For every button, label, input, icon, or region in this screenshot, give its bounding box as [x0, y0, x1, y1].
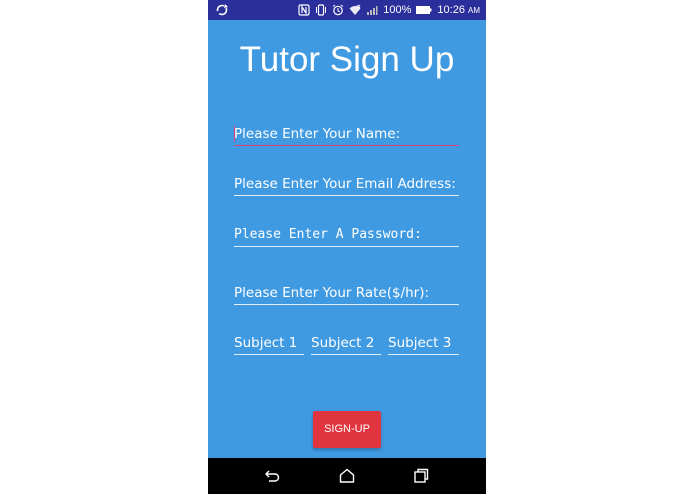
home-icon[interactable]	[337, 466, 357, 486]
recents-icon[interactable]	[411, 466, 431, 486]
rate-placeholder: Please Enter Your Rate($/hr):	[234, 285, 430, 301]
text-cursor	[234, 126, 235, 142]
wifi-icon	[349, 4, 361, 15]
signal-icon	[367, 6, 378, 15]
vibrate-icon	[316, 4, 327, 16]
rate-input[interactable]: Please Enter Your Rate($/hr):	[234, 284, 459, 305]
clock-ampm: AM	[468, 5, 480, 15]
subject-2-input[interactable]: Subject 2	[311, 334, 381, 355]
navigation-bar	[208, 458, 486, 494]
clock: 10:26 AM	[437, 0, 480, 21]
email-input[interactable]: Please Enter Your Email Address:	[234, 175, 459, 196]
subject-3-placeholder: Subject 3	[388, 335, 452, 351]
password-input[interactable]: Please Enter A Password:	[234, 226, 459, 247]
subject-1-placeholder: Subject 1	[234, 335, 298, 351]
battery-icon	[416, 6, 432, 14]
page-title: Tutor Sign Up	[239, 40, 455, 79]
subject-2-placeholder: Subject 2	[311, 335, 375, 351]
battery-percent: 100%	[383, 4, 412, 16]
nfc-icon	[298, 4, 310, 16]
password-placeholder: Please Enter A Password:	[234, 227, 422, 242]
back-icon[interactable]	[263, 466, 283, 486]
signup-button[interactable]: SIGN-UP	[313, 411, 381, 448]
name-input[interactable]: Please Enter Your Name:	[234, 125, 459, 146]
sync-icon	[216, 4, 228, 16]
subject-1-input[interactable]: Subject 1	[234, 334, 304, 355]
status-bar: 100% 10:26 AM	[208, 0, 486, 20]
name-placeholder: Please Enter Your Name:	[234, 126, 401, 142]
phone-screen: 100% 10:26 AM Tutor Sign Up Please Enter…	[208, 0, 486, 494]
clock-time: 10:26	[437, 3, 465, 16]
email-placeholder: Please Enter Your Email Address:	[234, 176, 456, 192]
subject-3-input[interactable]: Subject 3	[388, 334, 459, 355]
alarm-icon	[332, 4, 344, 16]
